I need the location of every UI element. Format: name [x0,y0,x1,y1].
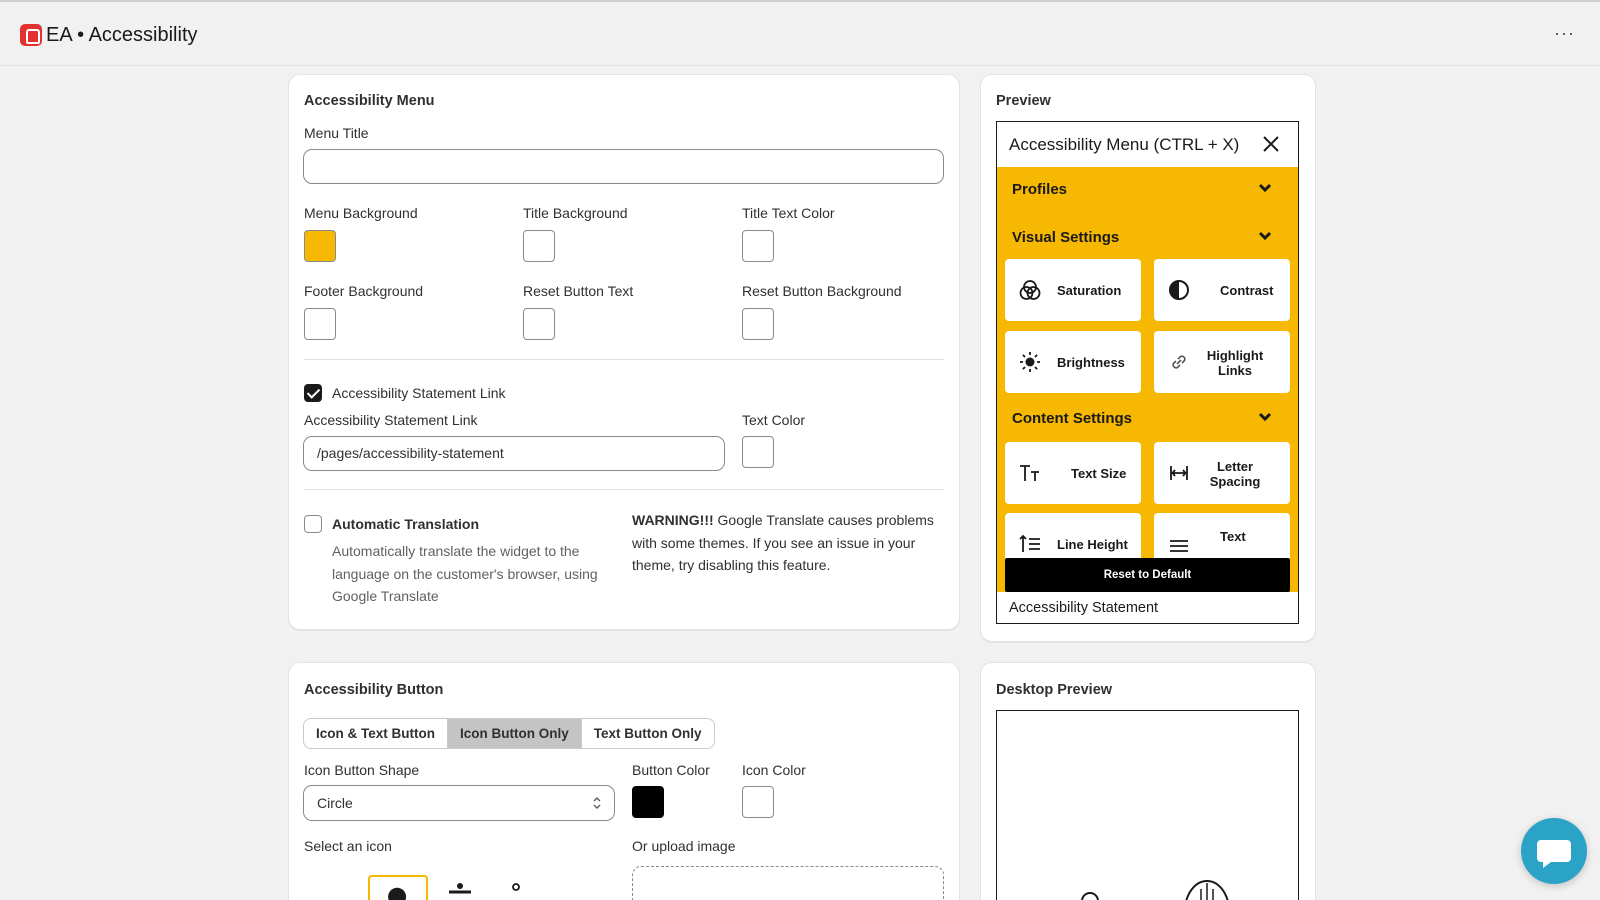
reset-to-default-button[interactable]: Reset to Default [1005,558,1290,592]
menu-title-label: Menu Title [304,125,369,141]
app-title: EA • Accessibility [46,24,198,46]
tile-label: Brightness [1057,355,1125,370]
accessibility-widget-preview: Accessibility Menu (CTRL + X) Profiles V… [996,121,1299,624]
widget-footer: Accessibility Statement [997,592,1298,623]
menu-background-label: Menu Background [304,205,418,221]
translation-warning: WARNING!!! Google Translate causes probl… [632,509,944,577]
widget-header: Accessibility Menu (CTRL + X) [997,122,1298,167]
icon-button-shape-value: Circle [317,795,353,811]
tile-label: Contrast [1220,283,1274,298]
tile-letter-spacing[interactable]: Letter Spacing [1154,442,1290,504]
chevron-down-icon[interactable] [1258,231,1272,241]
icon-color-swatch[interactable] [742,786,774,818]
select-icon-label: Select an icon [304,838,392,854]
widget-title: Accessibility Menu (CTRL + X) [1009,135,1240,154]
automatic-translation-help: Automatically translate the widget to th… [332,543,598,604]
top-bar: EA • Accessibility ··· [0,0,1600,66]
more-actions-button[interactable]: ··· [1554,24,1575,42]
mode-text-button-only[interactable]: Text Button Only [582,719,714,748]
translation-warning-title: WARNING!!! [632,512,714,528]
icon-button-shape-label: Icon Button Shape [304,762,420,778]
chat-support-button[interactable] [1521,818,1587,884]
section-content-settings[interactable]: Content Settings [1012,410,1132,427]
person-icon[interactable] [506,882,526,900]
tile-text-size[interactable]: Text Size [1005,442,1141,504]
title-background-label: Title Background [523,205,628,221]
saturation-icon [1019,280,1041,300]
contrast-icon [1169,280,1189,300]
desktop-illustration [1067,880,1229,900]
statement-link-input[interactable]: /pages/accessibility-statement [303,436,725,471]
mode-icon-and-text-button[interactable]: Icon & Text Button [304,719,448,748]
text-color-swatch[interactable] [742,436,774,468]
menu-background-swatch[interactable] [304,230,336,262]
accessibility-button-card-title: Accessibility Button [304,682,444,698]
chevron-down-icon[interactable] [1258,412,1272,422]
chat-icon [1537,840,1571,868]
upload-image-label: Or upload image [632,838,736,854]
text-align-icon [1170,540,1188,552]
divider [304,489,944,490]
tile-highlight-links[interactable]: Highlight Links [1154,331,1290,393]
accessibility-menu-card-title: Accessibility Menu [304,93,435,109]
accessibility-statement-link[interactable]: Accessibility Statement [1009,600,1158,616]
tile-contrast[interactable]: Contrast [1154,259,1290,321]
reset-button-background-label: Reset Button Background [742,283,902,299]
brightness-icon [1020,352,1040,372]
reset-button-text-swatch[interactable] [523,308,555,340]
select-arrows-icon [593,796,601,810]
widget-body: Profiles Visual Settings Saturation Cont… [997,167,1298,623]
title-text-color-swatch[interactable] [742,230,774,262]
button-color-label: Button Color [632,762,710,778]
icon-choice-accessibility[interactable] [368,875,428,900]
button-color-swatch[interactable] [632,786,664,818]
tile-label: Line Height [1057,537,1128,552]
upload-image-dropzone[interactable] [632,866,944,900]
menu-title-input[interactable] [303,149,944,184]
letter-spacing-icon [1170,466,1188,480]
text-color-label: Text Color [742,412,806,428]
title-text-color-label: Title Text Color [742,205,835,221]
tile-brightness[interactable]: Brightness [1005,331,1141,393]
reset-button-text-label: Reset Button Text [523,283,634,299]
tile-label: Highlight Links [1206,348,1264,378]
text-size-icon [1020,465,1039,481]
close-icon[interactable] [1261,134,1281,154]
mode-icon-button-only[interactable]: Icon Button Only [448,719,582,748]
automatic-translation-checkbox[interactable] [304,515,322,533]
tile-label: Saturation [1057,283,1122,298]
chevron-down-icon[interactable] [1258,183,1272,193]
accessibility-icon [388,887,407,900]
divider [304,359,944,360]
tile-saturation[interactable]: Saturation [1005,259,1141,321]
tile-label: Text Size [1071,466,1127,481]
button-mode-segmented-control: Icon & Text Button Icon Button Only Text… [303,718,715,749]
preview-card-title: Preview [996,93,1051,109]
accessibility-figure-icon[interactable] [445,882,475,900]
reset-button-background-swatch[interactable] [742,308,774,340]
automatic-translation-label: Automatic Translation [332,516,480,532]
desktop-preview-frame [996,710,1299,900]
footer-background-label: Footer Background [304,283,424,299]
footer-background-swatch[interactable] [304,308,336,340]
icon-color-label: Icon Color [742,762,806,778]
section-visual-settings[interactable]: Visual Settings [1012,229,1119,246]
line-height-icon [1019,534,1040,552]
link-icon [1172,355,1186,369]
icon-button-shape-select[interactable]: Circle [303,785,615,821]
section-profiles[interactable]: Profiles [1012,181,1067,198]
tile-label: Letter Spacing [1209,459,1261,489]
statement-link-checkbox-label: Accessibility Statement Link [332,385,506,401]
statement-link-label: Accessibility Statement Link [304,412,478,428]
desktop-preview-card-title: Desktop Preview [996,682,1113,698]
statement-link-checkbox[interactable] [304,384,322,402]
tile-label: Text [1220,529,1246,544]
title-background-swatch[interactable] [523,230,555,262]
app-logo-icon [20,24,42,46]
